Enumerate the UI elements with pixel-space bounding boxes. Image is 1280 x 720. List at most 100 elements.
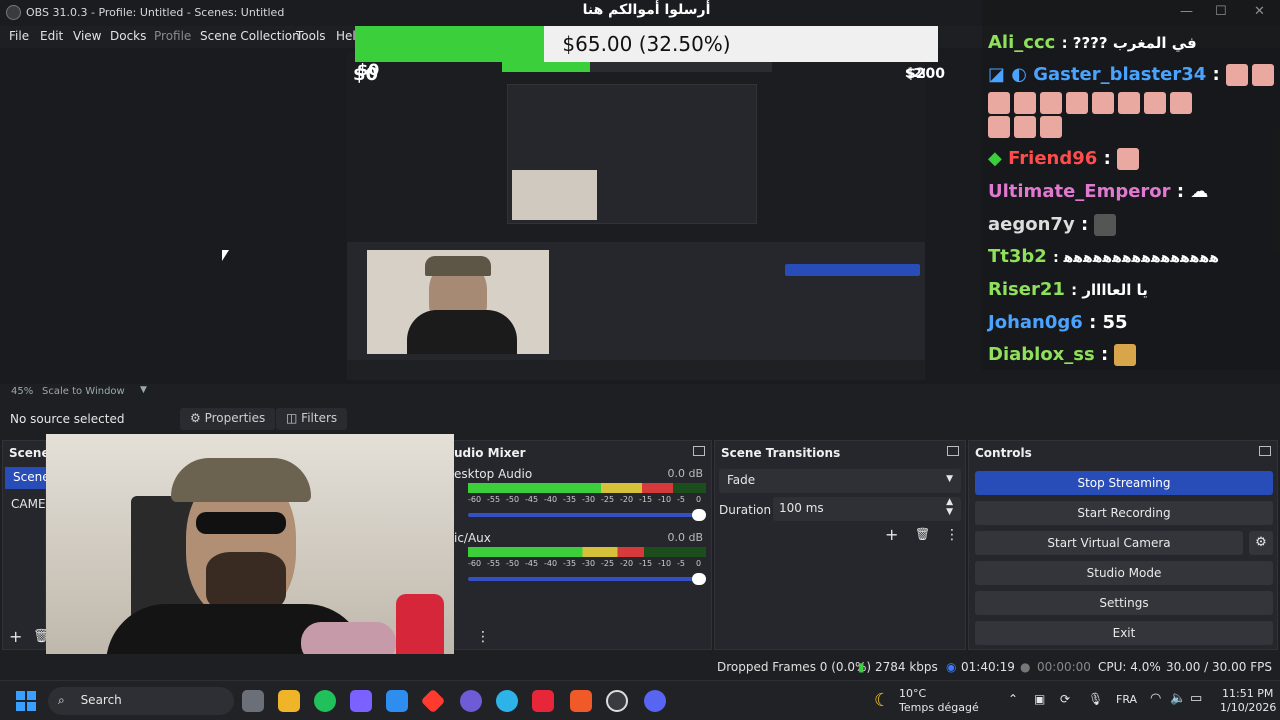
anydesk-icon[interactable] bbox=[420, 688, 446, 714]
meter-tick-label: -5 bbox=[677, 495, 685, 504]
emote-icon bbox=[1170, 92, 1192, 114]
taskbar-search[interactable]: ⌕ Search bbox=[48, 687, 234, 715]
donation-progress-bar: $65.00 (32.50%) bbox=[355, 26, 938, 62]
copilot-icon[interactable] bbox=[350, 690, 372, 712]
windows-start-icon[interactable] bbox=[16, 691, 36, 711]
discord-icon[interactable] bbox=[644, 690, 666, 712]
emote-icon bbox=[1092, 92, 1114, 114]
meter-tick-label: -55 bbox=[487, 495, 501, 504]
chevron-up-icon[interactable]: ⌃ bbox=[1008, 692, 1018, 706]
language-indicator[interactable]: FRA bbox=[1116, 693, 1137, 706]
xbox-icon[interactable] bbox=[314, 690, 336, 712]
emote-icon bbox=[988, 116, 1010, 138]
nested-webcam-large bbox=[367, 250, 549, 354]
trash-icon[interactable]: 🗑 bbox=[915, 527, 930, 541]
tray-app-icon[interactable]: ▣ bbox=[1034, 692, 1045, 706]
sync-icon[interactable]: ⟳ bbox=[1060, 692, 1070, 706]
add-scene-icon[interactable]: + bbox=[9, 627, 22, 646]
menu-view[interactable]: View bbox=[73, 29, 101, 43]
duration-value: 100 ms bbox=[779, 501, 824, 515]
desktop-volume-slider[interactable] bbox=[468, 509, 706, 521]
emote-icon bbox=[1118, 92, 1140, 114]
menu-scene-collection[interactable]: Scene Collection bbox=[200, 29, 300, 43]
scene-item-scene[interactable]: Scene bbox=[5, 467, 50, 489]
stepper-icon[interactable]: ▲ ▼ bbox=[946, 497, 953, 517]
properties-button[interactable]: ⚙ Properties bbox=[180, 408, 276, 430]
mixer-menu-icon[interactable]: ⋮ bbox=[476, 629, 490, 645]
meter-tick-label: -35 bbox=[563, 495, 577, 504]
stop-streaming-button[interactable]: Stop Streaming bbox=[975, 471, 1273, 495]
obs-taskbar-icon[interactable] bbox=[606, 690, 628, 712]
meter-tick-label: -25 bbox=[601, 559, 615, 568]
chat-line: ◪ ◐ Gaster_blaster34 : bbox=[988, 64, 1278, 86]
weather-temp: 10°C bbox=[899, 687, 927, 700]
duration-input[interactable]: 100 ms ▲ ▼ bbox=[773, 497, 961, 521]
menu-help[interactable]: Hel bbox=[336, 29, 356, 43]
meter-tick-label: -10 bbox=[658, 495, 672, 504]
studio-mode-button[interactable]: Studio Mode bbox=[975, 561, 1273, 585]
undock-icon[interactable] bbox=[947, 446, 959, 456]
undock-icon[interactable] bbox=[693, 446, 705, 456]
chat-text: : ﻫﻫﻫﻫﻫﻫﻫﻫﻫﻫﻫﻫﻫﻫﻫﻫ bbox=[1053, 250, 1219, 266]
record-time: 00:00:00 bbox=[1037, 660, 1091, 674]
filters-button[interactable]: ◫ Filters bbox=[276, 408, 348, 430]
zoom-dropdown-icon[interactable]: ▼ bbox=[140, 385, 147, 395]
settings-button[interactable]: Settings bbox=[975, 591, 1273, 615]
clock-time[interactable]: 11:51 PM bbox=[1222, 687, 1273, 700]
add-transition-icon[interactable]: + bbox=[885, 525, 898, 544]
gear-icon: ⚙ bbox=[190, 411, 201, 425]
meter-tick-label: -50 bbox=[506, 559, 520, 568]
channel-mic-name: ic/Aux bbox=[454, 531, 491, 545]
menu-file[interactable]: File bbox=[9, 29, 29, 43]
weather-desc: Temps dégagé bbox=[899, 701, 979, 714]
duration-label: Duration bbox=[719, 503, 772, 517]
wifi-icon[interactable]: ◠ bbox=[1150, 691, 1161, 706]
start-recording-button[interactable]: Start Recording bbox=[975, 501, 1273, 525]
emote-icon bbox=[1040, 116, 1062, 138]
exit-button[interactable]: Exit bbox=[975, 621, 1273, 645]
transition-menu-icon[interactable]: ⋮ bbox=[945, 527, 959, 543]
menu-edit[interactable]: Edit bbox=[40, 29, 63, 43]
channel-desktop-db: 0.0 dB bbox=[667, 467, 703, 480]
emote-icon bbox=[1117, 148, 1140, 170]
channel-desktop-name: esktop Audio bbox=[454, 467, 533, 481]
emote-icon: ☁ bbox=[1190, 181, 1209, 202]
store-icon[interactable] bbox=[386, 690, 408, 712]
zoom-level[interactable]: 45% bbox=[11, 386, 33, 397]
stream-preview[interactable]: $0 $200 bbox=[347, 52, 925, 380]
chat-user: Riser21 bbox=[988, 279, 1065, 300]
wps-icon[interactable] bbox=[532, 690, 554, 712]
virtual-camera-settings-icon[interactable]: ⚙ bbox=[1249, 531, 1273, 555]
transition-select[interactable]: Fade ▼ bbox=[719, 469, 961, 493]
controls-dock: Controls Stop Streaming Start Recording … bbox=[968, 440, 1278, 650]
zoom-mode[interactable]: Scale to Window bbox=[42, 386, 125, 397]
speaker-icon[interactable]: 🔈 bbox=[1170, 691, 1186, 706]
menu-docks[interactable]: Docks bbox=[110, 29, 146, 43]
battery-icon[interactable]: ▭ bbox=[1190, 691, 1202, 706]
diamond-badge-icon: ◆ bbox=[988, 148, 1002, 169]
task-view-icon[interactable] bbox=[242, 690, 264, 712]
menu-profile[interactable]: Profile bbox=[154, 29, 191, 43]
status-bar: Dropped Frames 0 (0.0%) ▮ 2784 kbps ◉ 01… bbox=[0, 654, 1280, 680]
mic-volume-slider[interactable] bbox=[468, 573, 706, 585]
file-explorer-icon[interactable] bbox=[278, 690, 300, 712]
chat-app-icon[interactable] bbox=[460, 690, 482, 712]
filter-icon: ◫ bbox=[286, 411, 298, 425]
clock-date[interactable]: 1/10/2026 bbox=[1220, 701, 1276, 714]
chat-text: : bbox=[1103, 148, 1111, 169]
start-virtual-camera-button[interactable]: Start Virtual Camera bbox=[975, 531, 1243, 555]
donation-max: $200 bbox=[906, 66, 945, 82]
chat-text: : bbox=[1080, 214, 1089, 235]
meter-tick-label: -40 bbox=[544, 495, 558, 504]
brave-icon[interactable] bbox=[570, 690, 592, 712]
no-source-label: No source selected bbox=[10, 412, 125, 426]
microphone-icon[interactable]: 🎙 bbox=[1088, 692, 1103, 706]
menu-tools[interactable]: Tools bbox=[296, 29, 326, 43]
edge-icon[interactable] bbox=[496, 690, 518, 712]
search-icon: ⌕ bbox=[58, 693, 65, 707]
window-title: OBS 31.0.3 - Profile: Untitled - Scenes:… bbox=[26, 6, 285, 19]
undock-icon[interactable] bbox=[1259, 446, 1271, 456]
bitrate: 2784 kbps bbox=[875, 660, 938, 674]
scene-transitions-title: Scene Transitions bbox=[721, 446, 841, 460]
donation-min: $0 bbox=[353, 64, 379, 85]
